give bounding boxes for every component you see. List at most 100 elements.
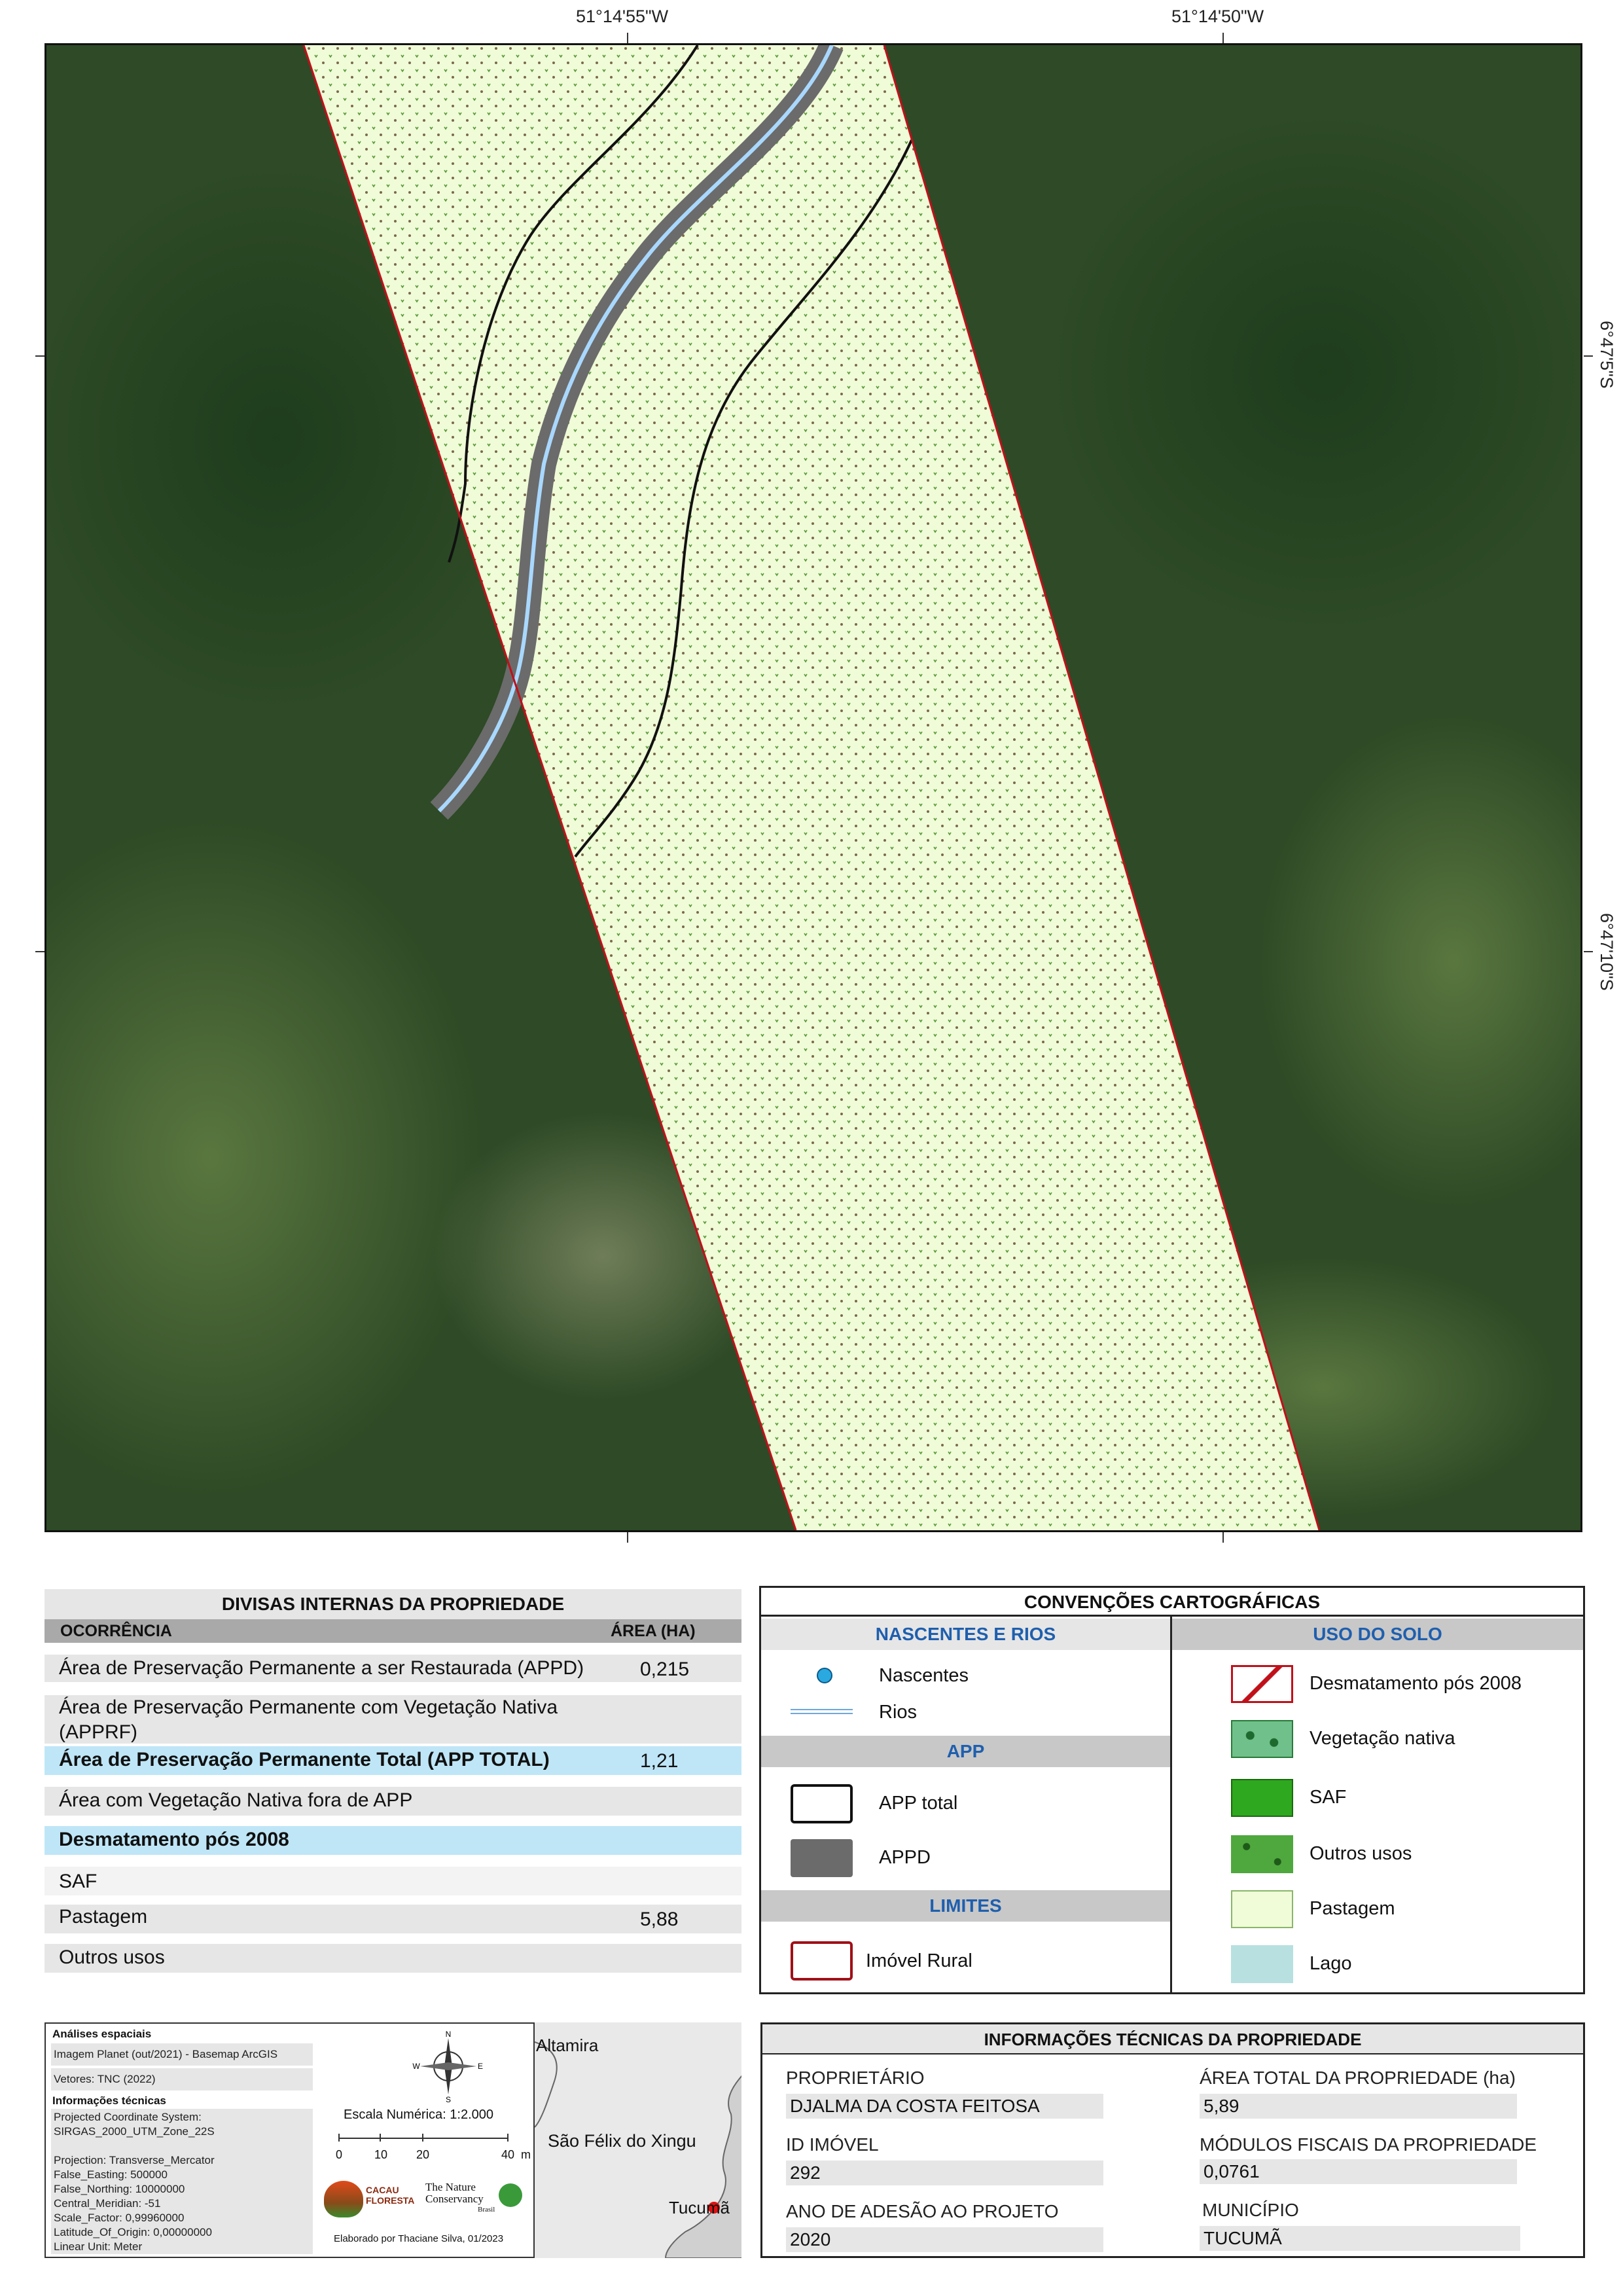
legend-uso-item: SAF: [1310, 1787, 1347, 1808]
modulos-value: 0,0761: [1200, 2159, 1517, 2184]
locator-label: Altamira: [536, 2036, 599, 2055]
pastagem-swatch: [1231, 1890, 1293, 1928]
divisas-table: DIVISAS INTERNAS DA PROPRIEDADE OCORRÊNC…: [45, 1589, 741, 2009]
map-canvas[interactable]: [46, 45, 1580, 1530]
row-label: SAF: [59, 1871, 98, 1892]
legend-app-total: APP total: [879, 1793, 958, 1814]
legend-rios: Rios: [879, 1702, 918, 1723]
legend-divider: [1170, 1617, 1172, 1994]
info-tecnicas-title: Informações técnicas: [52, 2094, 166, 2107]
modulos-label: MÓDULOS FISCAIS DA PROPRIEDADE: [1200, 2134, 1537, 2155]
analises-title: Análises espaciais: [52, 2028, 152, 2040]
row-label: Desmatamento pós 2008: [59, 1829, 289, 1850]
scale-text: Escala Numérica: 1:2.000: [344, 2108, 494, 2122]
scale-tick: [422, 2134, 423, 2142]
legend-title: CONVENÇÕES CARTOGRÁFICAS: [761, 1588, 1583, 1617]
legend-section-nascentes: NASCENTES E RIOS: [761, 1619, 1170, 1650]
table-row: Outros usos: [45, 1944, 741, 1973]
id-value: 292: [786, 2161, 1103, 2185]
map-frame[interactable]: [45, 43, 1582, 1532]
legend-appd: APPD: [879, 1847, 931, 1868]
col-area: ÁREA (HA): [611, 1621, 696, 1640]
analises-panel: Análises espaciais Imagem Planet (out/20…: [45, 2022, 741, 2258]
app-total-swatch: [791, 1784, 853, 1823]
vegetacao-nativa-swatch: [1231, 1720, 1293, 1758]
scale-tick: [380, 2134, 381, 2142]
legend-section-limites: LIMITES: [761, 1890, 1170, 1922]
municipio-label: MUNICÍPIO: [1202, 2200, 1299, 2220]
legend-uso-item: Pastagem: [1310, 1898, 1395, 1919]
tick-mark: [1222, 33, 1224, 43]
row-label: Pastagem: [59, 1906, 148, 1928]
tick-mark: [35, 951, 45, 952]
saf-swatch: [1231, 1779, 1293, 1817]
tick-mark: [35, 355, 45, 357]
tech-line: [54, 2139, 215, 2153]
tnc-logo-text: The Nature: [425, 2181, 476, 2193]
tech-line: False_Easting: 500000: [54, 2168, 168, 2181]
row-label: Área com Vegetação Nativa fora de APP: [59, 1789, 413, 1811]
proprietario-value: DJALMA DA COSTA FEITOSA: [786, 2094, 1103, 2119]
tick-mark: [627, 1532, 628, 1543]
info-title: INFORMAÇÕES TÉCNICAS DA PROPRIEDADE: [762, 2024, 1583, 2054]
satellite-texture: [1048, 111, 1580, 634]
tech-line: Linear Unit: Meter: [54, 2240, 143, 2253]
compass-e: E: [478, 2062, 483, 2071]
cacau-logo-mark: [324, 2181, 363, 2217]
tech-line: Central_Meridian: -51: [54, 2197, 161, 2210]
scale-line: [338, 2138, 508, 2139]
row-label: Área de Preservação Permanente com Veget…: [59, 1696, 558, 1743]
table-row: Pastagem 5,88: [45, 1905, 741, 1933]
lago-swatch: [1231, 1945, 1293, 1983]
area-label: ÁREA TOTAL DA PROPRIEDADE (ha): [1200, 2068, 1516, 2088]
tech-line: Latitude_Of_Origin: 0,00000000: [54, 2226, 212, 2238]
table-row: Área de Preservação Permanente a ser Res…: [45, 1655, 741, 1682]
area-value: 5,89: [1200, 2094, 1517, 2119]
divisas-title: DIVISAS INTERNAS DA PROPRIEDADE: [45, 1589, 741, 1619]
municipio-value: TUCUMÃ: [1200, 2226, 1520, 2251]
cacau-logo-text: CACAU FLORESTA: [366, 2185, 415, 2206]
locator-region: [664, 2075, 741, 2258]
legend-section-app: APP: [761, 1736, 1170, 1767]
table-row: Área de Preservação Permanente com Veget…: [45, 1695, 741, 1744]
legend-uso-item: Vegetação nativa: [1310, 1728, 1455, 1749]
legend-uso-item: Lago: [1310, 1953, 1352, 1974]
compass-icon: N S E W: [412, 2030, 483, 2102]
tech-line: SIRGAS_2000_UTM_Zone_22S: [54, 2125, 215, 2138]
tick-mark: [1584, 355, 1593, 357]
legend-imovel: Imóvel Rural: [866, 1950, 972, 1971]
compass-w: W: [412, 2062, 420, 2071]
table-row: Área de Preservação Permanente Total (AP…: [45, 1746, 741, 1775]
proprietario-label: PROPRIETÁRIO: [786, 2068, 925, 2088]
tick-mark: [1222, 1532, 1224, 1543]
spring-icon: [817, 1668, 832, 1683]
scale-tick: [507, 2134, 508, 2142]
scale-label: 20: [416, 2148, 430, 2161]
divisas-rows: Área de Preservação Permanente a ser Res…: [45, 1643, 741, 2009]
tick-mark: [627, 33, 628, 43]
locator-map: Altamira São Félix do Xingu Tucumã: [533, 2022, 741, 2258]
scale-unit: m: [521, 2148, 531, 2161]
tech-line: Projection: Transverse_Mercator: [54, 2154, 215, 2166]
tnc-logo: The Nature Conservancy Brasil: [425, 2181, 524, 2220]
legend-uso-item: Desmatamento pós 2008: [1310, 1673, 1522, 1694]
table-row: Desmatamento pós 2008: [45, 1826, 741, 1855]
table-row: SAF: [45, 1867, 741, 1895]
row-label: Outros usos: [59, 1946, 165, 1968]
analises-imagem: Imagem Planet (out/2021) - Basemap ArcGI…: [54, 2048, 278, 2060]
ano-value: 2020: [786, 2227, 1103, 2252]
row-label: Área de Preservação Permanente Total (AP…: [59, 1749, 550, 1770]
coord-right-lower: 6°47'10"S: [1597, 913, 1616, 991]
scale-label: 10: [374, 2148, 388, 2161]
coord-top-right: 51°14'50"W: [1171, 7, 1264, 26]
scale-tick: [338, 2134, 340, 2142]
ano-label: ANO DE ADESÃO AO PROJETO: [786, 2201, 1059, 2221]
tech-line: Projected Coordinate System:: [54, 2111, 202, 2123]
col-ocorrencia: OCORRÊNCIA: [60, 1621, 172, 1640]
compass-s: S: [446, 2095, 451, 2102]
cacau-logo: CACAU FLORESTA: [324, 2178, 414, 2220]
tech-lines: Projected Coordinate System: SIRGAS_2000…: [54, 2110, 215, 2254]
analises-vetores: Vetores: TNC (2022): [54, 2073, 156, 2085]
outros-usos-swatch: [1231, 1835, 1293, 1873]
scale-label: 0: [336, 2148, 343, 2161]
